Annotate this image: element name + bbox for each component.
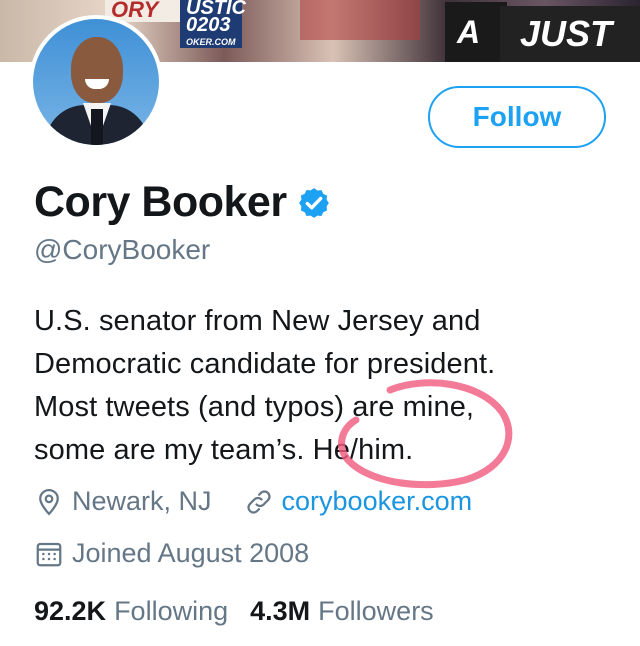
banner-sign-url: OKER.COM: [186, 37, 236, 47]
banner-sign-text-2: A: [445, 2, 507, 62]
banner-sign-code: USTIC 0203 OKER.COM: [180, 0, 246, 48]
profile-handle: @CoryBooker: [34, 234, 211, 265]
profile-bio: U.S. senator from New Jersey and Democra…: [34, 300, 614, 472]
banner-crowd-sign: [300, 0, 420, 40]
bio-line: U.S. senator from New Jersey and: [34, 305, 481, 337]
profile-meta-row: Newark, NJ corybooker.com: [34, 486, 472, 517]
bio-line: Democratic candidate for president.: [34, 348, 496, 380]
profile-joined-date: Joined August 2008: [72, 538, 310, 568]
bio-line: some are my team’s. He/him.: [34, 434, 414, 466]
follow-button[interactable]: Follow: [428, 86, 606, 148]
verified-badge-icon: [298, 187, 329, 218]
profile-name-row: Cory Booker: [34, 178, 331, 227]
avatar-photo: [33, 19, 159, 145]
following-label[interactable]: Following: [114, 596, 228, 627]
followers-count[interactable]: 4.3M: [250, 596, 310, 627]
calendar-icon: [36, 542, 62, 566]
profile-location: Newark, NJ: [72, 486, 212, 516]
followers-label[interactable]: Followers: [318, 596, 434, 627]
following-count[interactable]: 92.2K: [34, 596, 106, 627]
profile-meta-row: Joined August 2008: [34, 538, 309, 569]
avatar[interactable]: [29, 15, 163, 149]
profile-name: Cory Booker: [34, 178, 287, 226]
avatar-tie: [91, 109, 103, 145]
location-pin-icon: [39, 488, 59, 515]
link-icon: [246, 489, 271, 514]
bio-line: Most tweets (and typos) are mine,: [34, 391, 475, 423]
banner-sign-text-3: JUST: [500, 6, 640, 62]
profile-stats: 92.2K Following 4.3M Followers: [34, 596, 434, 627]
profile-website-link[interactable]: corybooker.com: [282, 486, 473, 517]
avatar-face: [71, 37, 123, 103]
banner-sign-code-text: USTIC 0203: [186, 0, 246, 36]
